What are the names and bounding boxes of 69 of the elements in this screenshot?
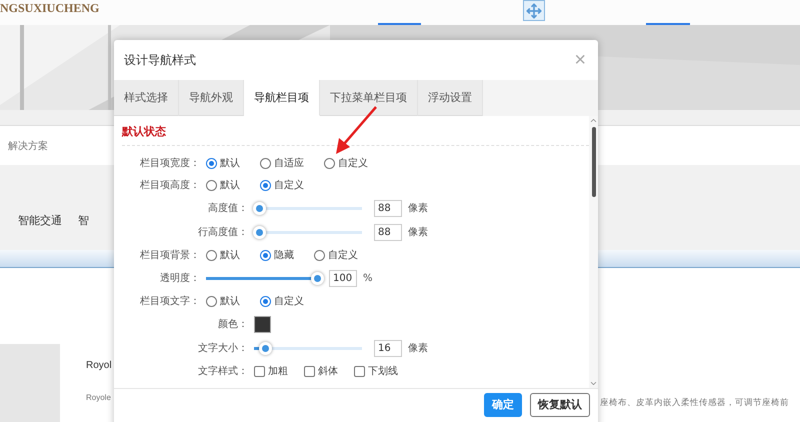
tab[interactable]: 样式选择	[114, 80, 179, 116]
number-field[interactable]: 88	[374, 200, 402, 216]
breadcrumb: 解决方案	[8, 140, 48, 152]
checkbox-option[interactable]: 下划线	[354, 364, 398, 378]
scroll-up-icon[interactable]	[589, 116, 598, 125]
radio-icon[interactable]	[260, 250, 271, 260]
unit-label: 像素	[408, 226, 428, 239]
product-title: Royol	[86, 360, 112, 371]
tab[interactable]: 导航外观	[179, 80, 244, 116]
checkbox-option[interactable]: 斜体	[304, 364, 338, 378]
radio-option[interactable]: 默认	[206, 178, 240, 192]
slider-handle[interactable]	[253, 226, 266, 238]
radio-icon[interactable]	[206, 180, 217, 190]
number-field[interactable]: 100	[329, 270, 357, 286]
nav-indicator	[646, 23, 690, 25]
category-tab[interactable]: 智能交通	[18, 213, 62, 228]
radio-option[interactable]: 自适应	[260, 156, 304, 170]
color-swatch[interactable]	[254, 316, 271, 332]
radio-option[interactable]: 自定义	[260, 178, 304, 192]
radio-option[interactable]: 自定义	[324, 156, 368, 170]
product-subtitle: Royole	[86, 393, 112, 402]
radio-icon[interactable]	[314, 250, 325, 260]
scrollbar[interactable]	[589, 116, 598, 388]
dialog-title: 设计导航样式	[124, 52, 196, 68]
checkbox-icon[interactable]	[304, 366, 315, 376]
field-label: 栏目项高度：	[139, 178, 201, 192]
nav-indicator	[378, 23, 421, 25]
unit-label: 像素	[408, 342, 428, 355]
checkbox-icon[interactable]	[254, 366, 265, 376]
radio-option[interactable]: 隐藏	[260, 248, 294, 262]
radio-option[interactable]: 默认	[206, 156, 240, 170]
slider-handle[interactable]	[253, 202, 266, 214]
checkbox-option[interactable]: 加粗	[254, 364, 288, 378]
field-label: 栏目项宽度：	[139, 156, 201, 170]
slider-handle[interactable]	[311, 272, 324, 284]
move-icon[interactable]	[523, 0, 545, 21]
field-label: 透明度：	[159, 272, 201, 285]
tab[interactable]: 导航栏目项	[244, 80, 320, 116]
reset-button[interactable]: 恢复默认	[530, 392, 590, 416]
unit-label: 像素	[408, 202, 428, 215]
radio-icon[interactable]	[324, 158, 335, 168]
field-label: 栏目项文字：	[139, 294, 201, 308]
unit-label: %	[363, 272, 373, 284]
radio-icon[interactable]	[206, 158, 217, 168]
radio-icon[interactable]	[260, 180, 271, 190]
number-field[interactable]: 16	[374, 340, 402, 356]
number-field[interactable]: 88	[374, 224, 402, 240]
field-label: 颜色：	[217, 318, 249, 331]
radio-option[interactable]: 默认	[206, 248, 240, 262]
radio-option[interactable]: 自定义	[260, 294, 304, 308]
radio-option[interactable]: 默认	[206, 294, 240, 308]
site-logo: NGSUXIUCHENG	[0, 0, 100, 16]
radio-option[interactable]: 自定义	[314, 248, 358, 262]
tab[interactable]: 浮动设置	[418, 80, 483, 116]
radio-icon[interactable]	[260, 296, 271, 306]
category-tab[interactable]: 智	[78, 213, 89, 228]
field-label: 高度值：	[207, 202, 249, 215]
slider-handle[interactable]	[258, 342, 272, 354]
radio-icon[interactable]	[206, 296, 217, 306]
radio-icon[interactable]	[260, 158, 271, 168]
field-label: 文字大小：	[197, 342, 249, 355]
field-label: 行高度值：	[197, 226, 249, 239]
field-label: 文字样式：	[197, 364, 249, 378]
field-label: 栏目项背景：	[139, 248, 201, 262]
tab[interactable]: 下拉菜单栏目项	[320, 80, 418, 116]
checkbox-icon[interactable]	[354, 366, 365, 376]
radio-icon[interactable]	[206, 250, 217, 260]
scroll-down-icon[interactable]	[589, 379, 598, 388]
product-description: 座椅布、皮革内嵌入柔性传感器，可调节座椅前	[600, 397, 789, 409]
